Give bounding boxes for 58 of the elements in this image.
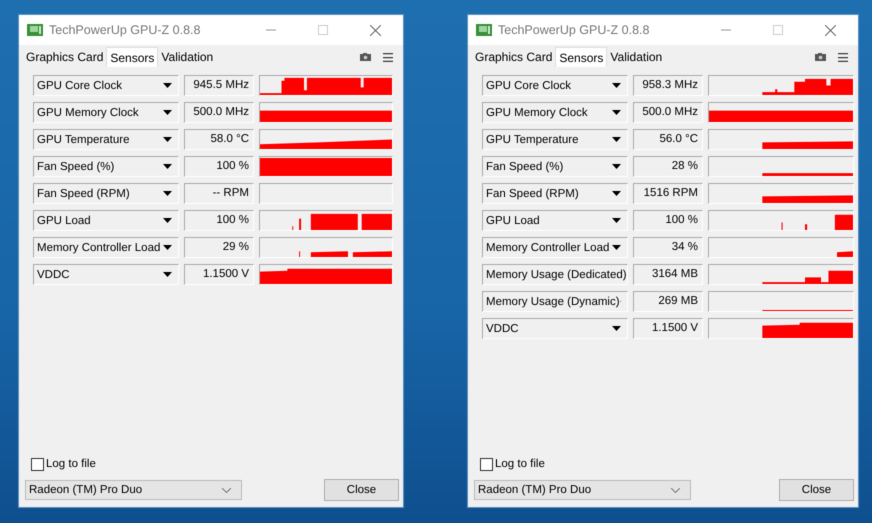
sensor-value: 56.0 °C <box>633 129 703 150</box>
chevron-icon <box>671 488 680 492</box>
sensor-value: 269 MB <box>633 291 703 312</box>
sensor-value: 100 % <box>184 210 254 231</box>
sensor-value: 28 % <box>633 156 703 177</box>
sensor-value: 34 % <box>633 237 703 258</box>
sensor-value: 100 % <box>633 210 703 231</box>
sensor-value: 100 % <box>184 156 254 177</box>
sensor-dropdown[interactable]: Fan Speed (RPM) <box>482 183 628 204</box>
sensor-dropdown[interactable]: Fan Speed (%) <box>482 156 628 177</box>
window-title: TechPowerUp GPU-Z 0.8.8 <box>498 23 650 37</box>
log-checkbox[interactable] <box>480 458 493 470</box>
close-button[interactable]: Close <box>324 479 399 501</box>
sensor-dropdown[interactable]: Memory Usage (Dynamic) <box>482 291 628 312</box>
menu-icon[interactable] <box>383 52 393 62</box>
camera-icon[interactable] <box>815 53 826 61</box>
tab[interactable]: Sensors <box>106 47 158 67</box>
graphics-card-icon <box>27 23 43 37</box>
sensor-value: 1.1500 V <box>184 264 254 285</box>
sensor-value: 1.1500 V <box>633 318 703 339</box>
graphics-card-icon <box>476 23 492 37</box>
sensor-value: 3164 MB <box>633 264 703 285</box>
gpu-select[interactable]: Radeon (TM) Pro Duo <box>474 480 691 500</box>
sensor-value: 958.3 MHz <box>633 75 703 96</box>
sensor-dropdown[interactable]: VDDC <box>33 264 179 285</box>
camera-icon[interactable] <box>360 53 371 61</box>
sensor-dropdown[interactable]: Fan Speed (RPM) <box>33 183 179 204</box>
menu-icon[interactable] <box>838 52 848 62</box>
sensor-dropdown[interactable]: GPU Core Clock <box>482 75 628 96</box>
sensor-value: 29 % <box>184 237 254 258</box>
window-title: TechPowerUp GPU-Z 0.8.8 <box>49 23 202 37</box>
close-icon[interactable] <box>825 24 836 36</box>
close-icon[interactable] <box>370 24 381 36</box>
tab[interactable]: Sensors <box>555 47 608 67</box>
sensor-value: 945.5 MHz <box>184 75 254 96</box>
sensor-dropdown[interactable]: Memory Usage (Dedicated) <box>482 264 628 285</box>
sensor-dropdown[interactable]: Memory Controller Load <box>482 237 628 258</box>
sensor-dropdown[interactable]: GPU Temperature <box>482 129 628 150</box>
sensor-value: 500.0 MHz <box>184 102 254 123</box>
checkbox-label: Log to file <box>46 458 96 470</box>
sensor-dropdown[interactable]: Memory Controller Load <box>33 237 179 258</box>
sensor-dropdown[interactable]: GPU Memory Clock <box>482 102 628 123</box>
sensor-value: 1516 RPM <box>633 183 703 204</box>
gpu-select[interactable]: Radeon (TM) Pro Duo <box>25 480 242 500</box>
close-button[interactable]: Close <box>779 479 854 501</box>
sensor-dropdown[interactable]: GPU Memory Clock <box>33 102 179 123</box>
sensor-value: -- RPM <box>184 183 254 204</box>
chevron-icon <box>222 488 231 492</box>
sensor-dropdown[interactable]: VDDC <box>482 318 628 339</box>
checkbox-label: Log to file <box>495 458 545 470</box>
sensor-dropdown[interactable]: GPU Core Clock <box>33 75 179 96</box>
sensor-dropdown[interactable]: GPU Load <box>33 210 179 231</box>
log-checkbox[interactable] <box>31 458 44 470</box>
sensor-dropdown[interactable]: GPU Load <box>482 210 628 231</box>
sensor-value: 58.0 °C <box>184 129 254 150</box>
sensor-dropdown[interactable]: GPU Temperature <box>33 129 179 150</box>
sensor-value: 500.0 MHz <box>633 102 703 123</box>
sensor-dropdown[interactable]: Fan Speed (%) <box>33 156 179 177</box>
